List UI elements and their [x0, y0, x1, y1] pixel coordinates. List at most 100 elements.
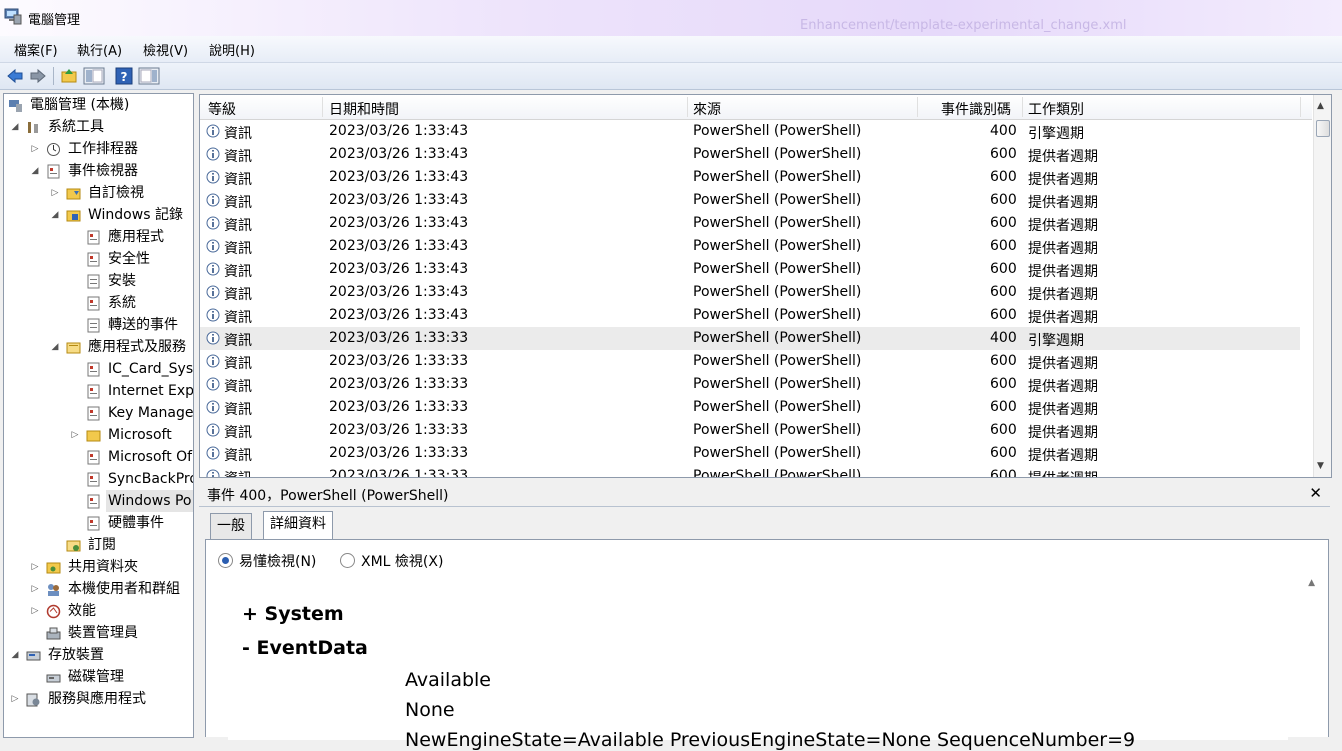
performance-icon — [46, 604, 61, 619]
column-divider[interactable] — [1022, 97, 1023, 117]
show-hide-action-pane-icon[interactable] — [138, 67, 160, 85]
expand-arrow-icon[interactable]: ▷ — [30, 138, 40, 160]
collapse-arrow-icon[interactable]: ◢ — [50, 336, 60, 358]
xml-view-radio[interactable]: XML 檢視(X) — [340, 551, 443, 571]
event-list-scrollbar[interactable]: ▲ ▼ — [1313, 95, 1331, 477]
log-icon — [87, 384, 100, 399]
column-divider[interactable] — [687, 97, 688, 117]
folder-icon — [86, 430, 101, 442]
column-header-source[interactable]: 來源 — [693, 99, 721, 119]
tree-item-label: 轉送的事件 — [108, 317, 178, 333]
table-row[interactable]: 資訊 2023/03/26 1:33:33 PowerShell (PowerShe… — [200, 442, 1300, 465]
table-row[interactable]: 資訊 2023/03/26 1:33:43 PowerShell (PowerShe… — [200, 304, 1300, 327]
table-row[interactable]: 資訊 2023/03/26 1:33:33 PowerShell (PowerShe… — [200, 465, 1300, 478]
window-title: 電腦管理 — [28, 13, 81, 28]
cell-event-id: 600 — [990, 399, 1017, 415]
show-hide-tree-icon[interactable] — [83, 67, 105, 85]
system-section-toggle[interactable]: + System — [242, 603, 344, 625]
table-row[interactable]: 資訊 2023/03/26 1:33:43 PowerShell (PowerShe… — [200, 143, 1300, 166]
expand-arrow-icon[interactable]: ▷ — [10, 688, 20, 710]
collapse-arrow-icon[interactable]: ◢ — [50, 204, 60, 226]
cell-event-id: 600 — [990, 261, 1017, 277]
eventdata-section-toggle[interactable]: - EventData — [242, 637, 368, 659]
tree-item-label: Microsoft Of — [108, 449, 193, 465]
details-tab-content: 易懂檢視(N) XML 檢視(X) + System - EventData A… — [205, 539, 1329, 751]
table-row[interactable]: 資訊 2023/03/26 1:33:33 PowerShell (PowerShe… — [200, 373, 1300, 396]
column-header-task-category[interactable]: 工作類別 — [1028, 99, 1084, 119]
tree-item-label: 效能 — [68, 603, 96, 619]
cell-event-id: 600 — [990, 284, 1017, 300]
back-arrow-icon[interactable] — [6, 67, 24, 85]
cell-datetime: 2023/03/26 1:33:43 — [329, 307, 469, 323]
scroll-down-arrow-icon[interactable]: ▼ — [1317, 461, 1324, 471]
forward-arrow-icon[interactable] — [29, 67, 47, 85]
table-row[interactable]: 資訊 2023/03/26 1:33:43 PowerShell (PowerShe… — [200, 189, 1300, 212]
log-icon — [87, 516, 100, 531]
table-row[interactable]: 資訊 2023/03/26 1:33:43 PowerShell (PowerShe… — [200, 166, 1300, 189]
table-row[interactable]: 資訊 2023/03/26 1:33:43 PowerShell (PowerShe… — [200, 212, 1300, 235]
collapse-arrow-icon[interactable]: ◢ — [30, 160, 40, 182]
expand-arrow-icon[interactable]: ▷ — [30, 556, 40, 578]
table-row[interactable]: 資訊 2023/03/26 1:33:33 PowerShell (PowerShe… — [200, 327, 1300, 350]
collapse-arrow-icon[interactable]: ◢ — [10, 644, 20, 666]
cell-event-id: 600 — [990, 169, 1017, 185]
cell-source: PowerShell (PowerShell) — [693, 146, 862, 162]
column-divider[interactable] — [322, 97, 323, 117]
cell-source: PowerShell (PowerShell) — [693, 307, 862, 323]
tab-details[interactable]: 詳細資料 — [263, 511, 333, 540]
collapse-arrow-icon[interactable]: ◢ — [10, 116, 20, 138]
cell-datetime: 2023/03/26 1:33:33 — [329, 468, 469, 478]
tree-item-label: 工作排程器 — [68, 141, 138, 157]
close-icon[interactable]: ✕ — [1309, 484, 1322, 502]
cell-source: PowerShell (PowerShell) — [693, 123, 862, 139]
help-icon[interactable]: ? — [115, 67, 133, 85]
scroll-up-arrow-icon[interactable]: ▲ — [1317, 101, 1324, 111]
table-row[interactable]: 資訊 2023/03/26 1:33:43 PowerShell (PowerShe… — [200, 235, 1300, 258]
tree-item-label: 磁碟管理 — [68, 669, 124, 685]
radio-unselected-icon — [340, 553, 355, 568]
cell-level: 資訊 — [224, 149, 252, 165]
log-plain-icon — [87, 274, 100, 289]
column-divider[interactable] — [1300, 97, 1301, 117]
menu-action[interactable]: 執行(A) — [77, 40, 122, 59]
cell-level: 資訊 — [224, 402, 252, 418]
table-row[interactable]: 資訊 2023/03/26 1:33:43 PowerShell (PowerShe… — [200, 120, 1300, 143]
expand-arrow-icon[interactable]: ▷ — [70, 424, 80, 446]
column-divider[interactable] — [917, 97, 918, 117]
event-list[interactable]: 等級 日期和時間 來源 事件識別碼 工作類別 資訊 2023/03/26 1:33… — [199, 94, 1332, 478]
scrollbar-thumb[interactable] — [1316, 120, 1330, 137]
cell-level: 資訊 — [224, 468, 252, 477]
table-row[interactable]: 資訊 2023/03/26 1:33:43 PowerShell (PowerShe… — [200, 258, 1300, 281]
column-header-level[interactable]: 等級 — [208, 99, 236, 119]
friendly-view-radio[interactable]: 易懂檢視(N) — [218, 551, 316, 571]
tree-item-label: 共用資料夾 — [68, 559, 138, 575]
table-row[interactable]: 資訊 2023/03/26 1:33:33 PowerShell (PowerShe… — [200, 396, 1300, 419]
tab-general[interactable]: 一般 — [210, 513, 252, 539]
expand-arrow-icon[interactable]: ▷ — [50, 182, 60, 204]
cell-source: PowerShell (PowerShell) — [693, 215, 862, 231]
cell-task-category: 提供者週期 — [1028, 241, 1098, 257]
folder-filter-icon — [66, 188, 81, 200]
event-detail-title: 事件 400，PowerShell (PowerShell) — [207, 488, 449, 504]
detail-scroll-up-arrow-icon[interactable]: ▲ — [1308, 578, 1315, 588]
column-header-event-id[interactable]: 事件識別碼 — [941, 99, 1011, 119]
cell-task-category: 引擎週期 — [1028, 333, 1084, 349]
navigation-tree[interactable]: 電腦管理 (本機) ◢ 系統工具 ▷ 工作排程器 ◢ 事件檢視器 ▷ 自訂檢視 … — [3, 93, 194, 738]
table-row[interactable]: 資訊 2023/03/26 1:33:43 PowerShell (PowerShe… — [200, 281, 1300, 304]
menu-view[interactable]: 檢視(V) — [143, 40, 188, 59]
expand-arrow-icon[interactable]: ▷ — [30, 600, 40, 622]
menu-file[interactable]: 檔案(F) — [14, 40, 58, 59]
cell-level: 資訊 — [224, 287, 252, 303]
expand-arrow-icon[interactable]: ▷ — [30, 578, 40, 600]
tree-item-label: IC_Card_Sys — [108, 361, 194, 377]
menu-help[interactable]: 說明(H) — [209, 40, 255, 59]
cell-source: PowerShell (PowerShell) — [693, 284, 862, 300]
title-bar: 電腦管理 Enhancement/template-experimental_c… — [0, 0, 1342, 36]
table-row[interactable]: 資訊 2023/03/26 1:33:33 PowerShell (PowerShe… — [200, 419, 1300, 442]
table-row[interactable]: 資訊 2023/03/26 1:33:33 PowerShell (PowerShe… — [200, 350, 1300, 373]
log-icon — [87, 406, 100, 421]
up-folder-icon[interactable] — [60, 67, 78, 85]
tree-item-label: Windows Po — [106, 490, 193, 512]
column-header-datetime[interactable]: 日期和時間 — [329, 99, 399, 119]
cell-level: 資訊 — [224, 218, 252, 234]
